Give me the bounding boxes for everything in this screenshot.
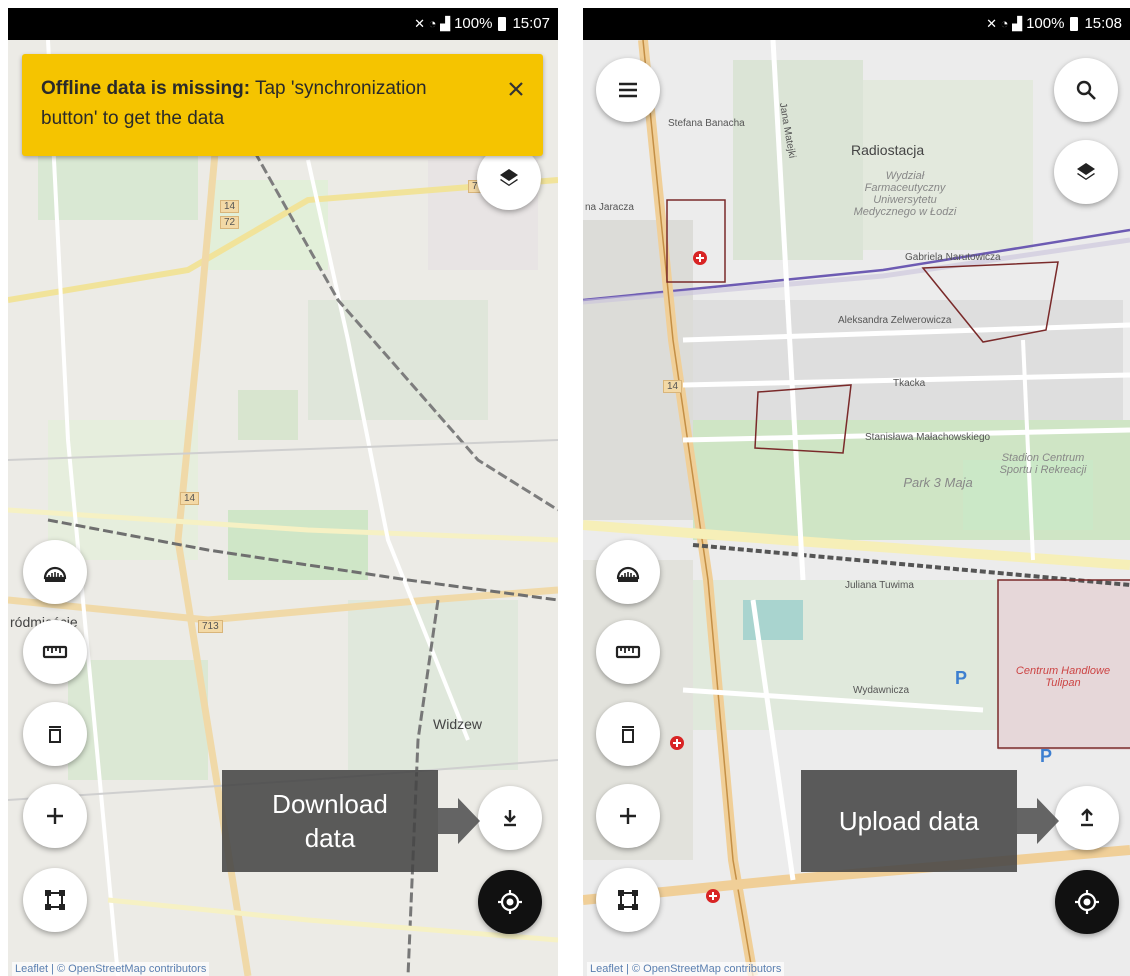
clock: 15:07 <box>512 15 550 32</box>
polygon-icon <box>42 887 68 913</box>
search-button[interactable] <box>1054 58 1118 122</box>
search-icon <box>1074 78 1098 102</box>
measure-tool-button[interactable] <box>596 620 660 684</box>
measure-icon <box>40 637 70 667</box>
delete-button[interactable] <box>596 702 660 766</box>
place-label: Stadion Centrum Sportu i Rekreacji <box>999 452 1087 476</box>
street-label: Juliana Tuwima <box>845 580 914 591</box>
locate-icon <box>495 887 525 917</box>
locate-button[interactable] <box>478 870 542 934</box>
delete-icon <box>43 722 67 746</box>
add-icon <box>617 805 639 827</box>
add-button[interactable] <box>596 784 660 848</box>
layers-icon <box>1074 160 1098 184</box>
street-label: Wydawnicza <box>853 685 910 696</box>
locate-icon <box>1072 887 1102 917</box>
polygon-icon <box>615 887 641 913</box>
place-label: Radiostacja <box>851 142 925 158</box>
battery-percent: 100% <box>454 15 493 32</box>
callout-arrow <box>1017 798 1059 844</box>
add-button[interactable] <box>23 784 87 848</box>
draw-polygon-button[interactable] <box>23 868 87 932</box>
ruler-tool-button[interactable] <box>23 540 87 604</box>
upload-data-callout: Upload data <box>801 770 1017 872</box>
battery-icon <box>498 16 507 31</box>
add-icon <box>44 805 66 827</box>
ruler-icon <box>613 557 643 587</box>
close-icon[interactable] <box>503 76 529 102</box>
street-label: Aleksandra Zelwerowicza <box>838 315 952 326</box>
parking-label: P <box>955 668 968 688</box>
locate-button[interactable] <box>1055 870 1119 934</box>
park-label: Park 3 Maja <box>903 475 973 490</box>
clock: 15:08 <box>1084 15 1122 32</box>
download-data-callout: Download data <box>222 770 438 872</box>
road-number: 72 <box>220 216 240 229</box>
battery-percent: 100% <box>1026 15 1065 32</box>
road-number: 14 <box>663 380 683 393</box>
place-label: Centrum Handlowe Tulipan <box>1015 665 1111 689</box>
street-label: Gabriela Narutowicza <box>905 252 1001 263</box>
upload-button[interactable] <box>1055 786 1119 850</box>
status-bar: ✕ ◔ ▟ 100% 15:07 <box>8 8 558 40</box>
phone-screen-1: ✕ ◔ ▟ 100% 15:07 14 72 14 713 7 Widzew O… <box>8 8 558 976</box>
signal-icons: ✕ ◔ ▟ <box>414 15 451 31</box>
banner-title: Offline data is missing: <box>41 78 251 99</box>
status-bar: ✕ ◔ ▟ 100% 15:08 <box>583 8 1130 40</box>
download-button[interactable] <box>478 786 542 850</box>
menu-button[interactable] <box>596 58 660 122</box>
street-label: Tkacka <box>893 378 926 389</box>
parking-label: P <box>1040 746 1053 766</box>
callout-arrow <box>438 798 480 844</box>
draw-polygon-button[interactable] <box>596 868 660 932</box>
measure-icon <box>613 637 643 667</box>
signal-icons: ✕ ◔ ▟ <box>986 15 1023 31</box>
road-number: 14 <box>220 200 240 213</box>
delete-icon <box>616 722 640 746</box>
street-label: Stanisława Małachowskiego <box>865 432 991 443</box>
offline-data-banner: Offline data is missing: Tap 'synchroniz… <box>22 54 543 156</box>
download-icon <box>498 806 522 830</box>
road-number: 14 <box>180 492 200 505</box>
map-attribution[interactable]: Leaflet | © OpenStreetMap contributors <box>587 962 785 976</box>
layers-button[interactable] <box>1054 140 1118 204</box>
banner-message: Offline data is missing: Tap 'synchroniz… <box>41 74 481 134</box>
district-label: Widzew <box>433 716 483 732</box>
road-number: 713 <box>198 620 223 633</box>
battery-icon <box>1070 16 1079 31</box>
delete-button[interactable] <box>23 702 87 766</box>
upload-icon <box>1075 806 1099 830</box>
ruler-tool-button[interactable] <box>596 540 660 604</box>
phone-screen-2: ✕ ◔ ▟ 100% 15:08 Stefana Banacha Jana Ma… <box>583 8 1130 976</box>
menu-icon <box>617 81 639 99</box>
street-label: na Jaracza <box>585 202 634 213</box>
ruler-icon <box>40 557 70 587</box>
street-label: Stefana Banacha <box>668 118 745 129</box>
measure-tool-button[interactable] <box>23 620 87 684</box>
place-label: Wydział Farmaceutyczny Uniwersytetu Medy… <box>853 170 957 218</box>
layers-icon <box>497 166 521 190</box>
map-attribution[interactable]: Leaflet | © OpenStreetMap contributors <box>12 962 210 976</box>
